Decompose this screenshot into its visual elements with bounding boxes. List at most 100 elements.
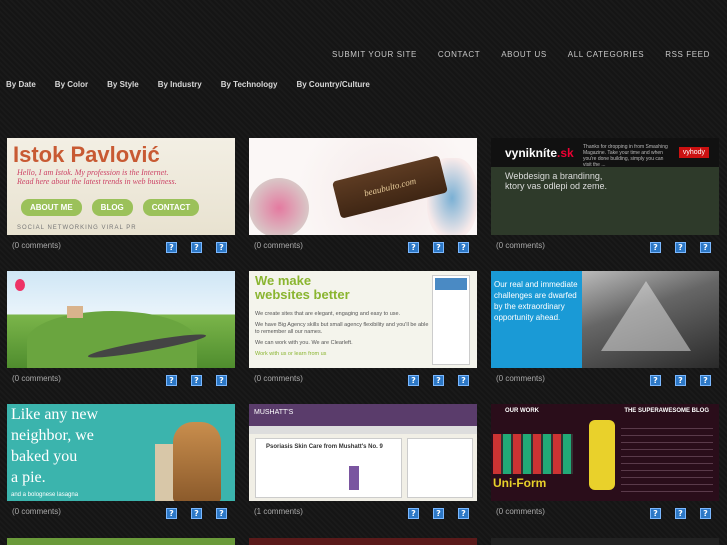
nav-submit-site[interactable]: SUBMIT YOUR SITE xyxy=(332,50,417,59)
help-icon[interactable]: ? xyxy=(650,508,661,519)
card-meta: (1 comments) ? ? ? xyxy=(249,501,477,521)
help-icon[interactable]: ? xyxy=(191,375,202,386)
help-icon[interactable]: ? xyxy=(166,242,177,253)
filter-by-industry[interactable]: By Industry xyxy=(158,80,202,89)
comment-count[interactable]: (0 comments) xyxy=(254,241,303,250)
help-icon[interactable]: ? xyxy=(166,508,177,519)
thumb-title: Istok Pavlović xyxy=(13,142,160,167)
site-thumbnail[interactable]: Our real and immediate challenges are dw… xyxy=(491,271,719,368)
gallery-card: vynikníte.sk Thanks for dropping in from… xyxy=(491,138,719,255)
house-graphic xyxy=(67,306,83,318)
thumb-content: Psoriasis Skin Care from Mushatt's No. 9 xyxy=(255,438,402,498)
site-thumbnail[interactable]: vynikníte.sk Thanks for dropping in from… xyxy=(491,138,719,235)
help-icon[interactable]: ? xyxy=(700,375,711,386)
sidebar-graphic xyxy=(432,275,470,365)
thumb-logo: vynikníte.sk xyxy=(505,146,574,160)
help-icon[interactable]: ? xyxy=(191,242,202,253)
thumb-caption: and a bolognese lasagna xyxy=(11,492,79,498)
card-meta: (0 comments) ? ? ? xyxy=(491,501,719,521)
thumb-footer: SOCIAL NETWORKING VIRAL PR xyxy=(17,225,137,231)
site-thumbnail[interactable]: We make websites better We create sites t… xyxy=(249,271,477,368)
comment-count[interactable]: (0 comments) xyxy=(496,241,545,250)
filter-by-style[interactable]: By Style xyxy=(107,80,139,89)
site-thumbnail[interactable] xyxy=(249,538,477,545)
thumb-subtitle: Hello, I am Istok. My profession is the … xyxy=(17,168,177,186)
gallery-card: (0 comments) ? ? ? xyxy=(7,271,235,388)
site-thumbnail[interactable]: MUSHATT'S Psoriasis Skin Care from Musha… xyxy=(249,404,477,501)
thumb-headline: Our real and immediate challenges are dw… xyxy=(494,280,578,322)
thumb-blog-list xyxy=(621,422,713,498)
filter-bar: By Date By Color By Style By Industry By… xyxy=(6,80,389,89)
help-icon[interactable]: ? xyxy=(408,375,419,386)
comment-count[interactable]: (0 comments) xyxy=(254,374,303,383)
comment-count[interactable]: (0 comments) xyxy=(12,241,61,250)
balloon-graphic xyxy=(15,279,25,291)
next-row-thumbnails xyxy=(7,538,720,545)
thumb-headline: Webdesign a brandinng, ktory vas odlepi o… xyxy=(505,171,608,191)
help-icon[interactable]: ? xyxy=(166,375,177,386)
help-icon[interactable]: ? xyxy=(458,242,469,253)
site-thumbnail[interactable] xyxy=(491,538,719,545)
thumb-button: vyhody xyxy=(678,147,709,158)
comment-count[interactable]: (1 comments) xyxy=(254,507,303,516)
nav-all-categories[interactable]: ALL CATEGORIES xyxy=(568,50,644,59)
card-meta: (0 comments) ? ? ? xyxy=(7,501,235,521)
help-icon[interactable]: ? xyxy=(216,242,227,253)
nav-rss-feed[interactable]: RSS FEED xyxy=(665,50,710,59)
site-thumbnail[interactable]: Istok Pavlović Hello, I am Istok. My pro… xyxy=(7,138,235,235)
help-icon[interactable]: ? xyxy=(650,242,661,253)
bottle-graphic xyxy=(349,466,359,490)
top-nav: SUBMIT YOUR SITE CONTACT ABOUT US ALL CA… xyxy=(311,50,710,59)
comment-count[interactable]: (0 comments) xyxy=(496,507,545,516)
nav-about-us[interactable]: ABOUT US xyxy=(501,50,547,59)
thumb-nav xyxy=(249,426,477,434)
help-icon[interactable]: ? xyxy=(458,508,469,519)
thumb-grid-graphic xyxy=(493,434,573,474)
help-icon[interactable]: ? xyxy=(216,375,227,386)
help-icon[interactable]: ? xyxy=(216,508,227,519)
gallery-card: We make websites better We create sites t… xyxy=(249,271,477,388)
filter-by-technology[interactable]: By Technology xyxy=(221,80,278,89)
help-icon[interactable]: ? xyxy=(675,242,686,253)
mountain-peak xyxy=(601,281,691,351)
help-icon[interactable]: ? xyxy=(700,508,711,519)
gallery-card: Like any new neighbor, we baked you a pie. … xyxy=(7,404,235,521)
thumb-pill: BLOG xyxy=(91,199,133,216)
site-thumbnail[interactable]: OUR WORK THE SUPERAWESOME BLOG Uni-Form xyxy=(491,404,719,501)
bread-graphic xyxy=(173,422,221,501)
help-icon[interactable]: ? xyxy=(700,242,711,253)
gallery-card: Istok Pavlović Hello, I am Istok. My pro… xyxy=(7,138,235,255)
help-icon[interactable]: ? xyxy=(408,508,419,519)
site-thumbnail[interactable] xyxy=(7,271,235,368)
thumb-logo: Uni-Form xyxy=(493,476,547,490)
help-icon[interactable]: ? xyxy=(675,375,686,386)
help-icon[interactable]: ? xyxy=(408,242,419,253)
help-icon[interactable]: ? xyxy=(191,508,202,519)
site-thumbnail[interactable]: beaubulto.com xyxy=(249,138,477,235)
filter-by-country[interactable]: By Country/Culture xyxy=(296,80,369,89)
help-icon[interactable]: ? xyxy=(433,242,444,253)
gallery-card: Our real and immediate challenges are dw… xyxy=(491,271,719,388)
thumb-blurb: Thanks for dropping in from Smashing Mag… xyxy=(583,144,668,168)
comment-count[interactable]: (0 comments) xyxy=(12,507,61,516)
help-icon[interactable]: ? xyxy=(458,375,469,386)
help-icon[interactable]: ? xyxy=(433,375,444,386)
filter-by-date[interactable]: By Date xyxy=(6,80,36,89)
comment-count[interactable]: (0 comments) xyxy=(496,374,545,383)
thumb-pill: CONTACT xyxy=(142,199,200,216)
site-thumbnail[interactable] xyxy=(7,538,235,545)
site-thumbnail[interactable]: Like any new neighbor, we baked you a pie. … xyxy=(7,404,235,501)
card-meta: (0 comments) ? ? ? xyxy=(491,368,719,388)
gallery-card: beaubulto.com (0 comments) ? ? ? xyxy=(249,138,477,255)
gallery-card: MUSHATT'S Psoriasis Skin Care from Musha… xyxy=(249,404,477,521)
help-icon[interactable]: ? xyxy=(433,508,444,519)
card-meta: (0 comments) ? ? ? xyxy=(7,368,235,388)
gallery-card: OUR WORK THE SUPERAWESOME BLOG Uni-Form … xyxy=(491,404,719,521)
flower-graphic xyxy=(249,178,309,235)
comment-count[interactable]: (0 comments) xyxy=(12,374,61,383)
filter-by-color[interactable]: By Color xyxy=(55,80,88,89)
help-icon[interactable]: ? xyxy=(650,375,661,386)
nav-contact[interactable]: CONTACT xyxy=(438,50,480,59)
thumb-headline: We make websites better xyxy=(255,273,350,302)
help-icon[interactable]: ? xyxy=(675,508,686,519)
